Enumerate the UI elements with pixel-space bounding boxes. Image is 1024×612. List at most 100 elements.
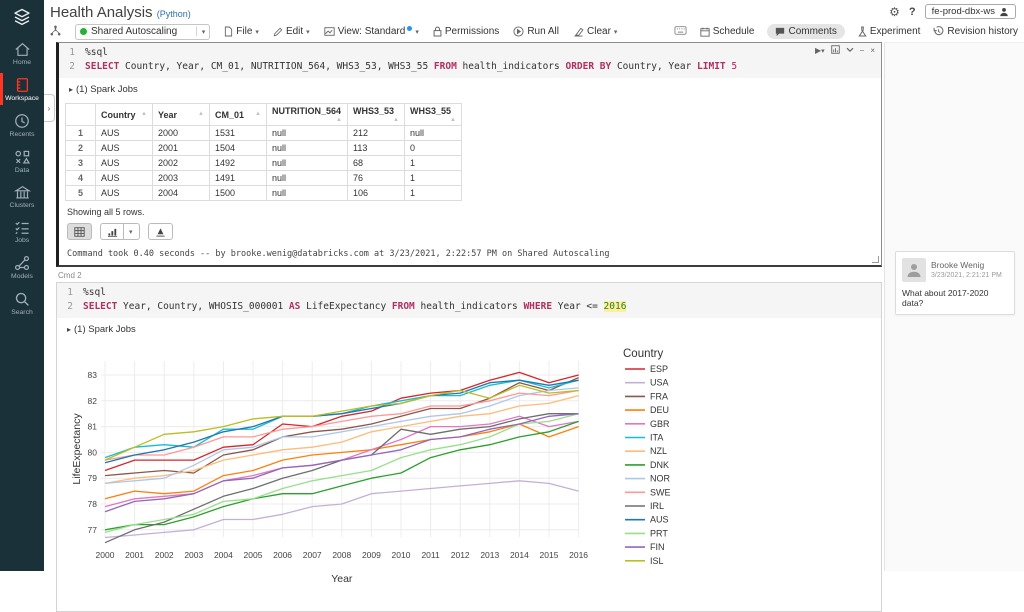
delete-cell-button[interactable]: × <box>870 46 875 55</box>
sidebar: Home Workspace Recents Data Clusters Job… <box>0 0 44 571</box>
column-header[interactable]: Year▲ <box>153 104 210 126</box>
sort-icon[interactable]: ▲ <box>255 111 261 117</box>
sort-icon[interactable]: ▲ <box>198 111 204 117</box>
svg-text:77: 77 <box>88 525 98 535</box>
sidebar-item-workspace[interactable]: Workspace <box>0 71 44 107</box>
sidebar-item-search[interactable]: Search <box>0 285 44 321</box>
svg-text:2010: 2010 <box>392 550 411 560</box>
svg-text:USA: USA <box>650 378 669 388</box>
svg-text:2016: 2016 <box>569 550 588 560</box>
svg-text:DEU: DEU <box>650 405 669 415</box>
cluster-selector[interactable]: Shared Autoscaling | ▾ <box>75 24 210 40</box>
svg-text:2013: 2013 <box>480 550 499 560</box>
svg-text:2012: 2012 <box>451 550 470 560</box>
spark-jobs-toggle[interactable]: ▸(1) Spark Jobs <box>57 318 881 341</box>
sort-icon[interactable]: ▲ <box>450 117 456 123</box>
svg-text:83: 83 <box>88 370 98 380</box>
chart-options-caret[interactable]: ▾ <box>129 228 133 236</box>
result-display-buttons: ▾ <box>59 219 881 244</box>
workspace-switcher[interactable]: fe-prod-dbx-ws <box>925 4 1016 19</box>
sidebar-item-data[interactable]: Data <box>0 143 44 179</box>
command-footer: Command took 0.40 seconds -- by brooke.w… <box>59 244 881 265</box>
svg-text:2014: 2014 <box>510 550 529 560</box>
sidebar-item-jobs[interactable]: Jobs <box>0 214 44 249</box>
calendar-icon <box>700 27 710 37</box>
code-editor[interactable]: 1%sql2SELECT Country, Year, CM_01, NUTRI… <box>59 43 881 78</box>
cell-1[interactable]: ▶▾ − × 1%sql2SELECT Country, Year, CM_01… <box>56 42 882 267</box>
column-header[interactable]: NUTRITION_564▲ <box>267 104 348 126</box>
svg-text:2008: 2008 <box>332 550 351 560</box>
row-count-status: Showing all 5 rows. <box>59 201 881 219</box>
column-header[interactable]: CM_01▲ <box>210 104 267 126</box>
help-button[interactable]: ? <box>909 6 916 18</box>
table-icon <box>74 227 85 237</box>
svg-text:2005: 2005 <box>244 550 263 560</box>
comment-bubble-icon <box>775 27 785 37</box>
view-menu[interactable]: View: Standard▾ <box>324 26 419 37</box>
run-all-button[interactable]: Run All <box>513 26 559 37</box>
column-header[interactable]: WHS3_53▲ <box>348 104 405 126</box>
home-icon <box>14 42 31 57</box>
databricks-logo-icon <box>0 0 44 36</box>
table-row: 2AUS20011504null1130 <box>66 141 462 156</box>
svg-text:80: 80 <box>88 447 98 457</box>
svg-text:NOR: NOR <box>650 474 671 484</box>
svg-text:FRA: FRA <box>650 391 668 401</box>
collapse-cell-icon[interactable] <box>846 46 854 55</box>
chart-view-button[interactable]: ▾ <box>100 223 140 240</box>
experiment-button[interactable]: Experiment <box>858 26 921 37</box>
run-cell-button[interactable]: ▶▾ <box>815 46 825 55</box>
svg-text:PRT: PRT <box>650 528 668 538</box>
permissions-button[interactable]: Permissions <box>433 26 499 37</box>
sidebar-item-clusters[interactable]: Clusters <box>0 179 44 214</box>
cluster-status-icon <box>80 28 87 35</box>
sidebar-expand-handle[interactable]: › <box>44 94 55 122</box>
minimize-cell-button[interactable]: − <box>860 46 865 55</box>
history-icon <box>933 26 944 37</box>
svg-text:2006: 2006 <box>273 550 292 560</box>
notebook-language: (Python) <box>157 9 191 19</box>
revision-history-button[interactable]: Revision history <box>933 26 1018 37</box>
download-button[interactable] <box>148 223 173 240</box>
code-editor[interactable]: 1%sql2SELECT Year, Country, WHOSIS_00000… <box>57 283 881 318</box>
comment-card[interactable]: Brooke Wenig 3/23/2021, 2:21:21 PM What … <box>895 251 1015 315</box>
svg-text:2004: 2004 <box>214 550 233 560</box>
edit-menu[interactable]: Edit▾ <box>273 26 310 37</box>
workspace-icon <box>14 77 30 93</box>
comments-button[interactable]: Comments <box>767 24 844 39</box>
column-header[interactable]: WHS3_55▲ <box>405 104 462 126</box>
svg-text:AUS: AUS <box>650 515 669 525</box>
svg-text:2007: 2007 <box>303 550 322 560</box>
results-table[interactable]: Country▲Year▲CM_01▲NUTRITION_564▲WHS3_53… <box>65 103 462 201</box>
view-icon <box>324 27 335 36</box>
clear-menu[interactable]: Clear▾ <box>573 26 617 37</box>
svg-text:81: 81 <box>88 422 98 432</box>
file-menu[interactable]: File▾ <box>224 26 259 37</box>
svg-text:NZL: NZL <box>650 446 667 456</box>
minimize-results-icon[interactable] <box>831 45 840 56</box>
sort-icon[interactable]: ▲ <box>393 117 399 123</box>
column-header[interactable]: Country▲ <box>96 104 153 126</box>
table-view-button[interactable] <box>67 223 92 240</box>
svg-text:2003: 2003 <box>184 550 203 560</box>
sort-icon[interactable]: ▲ <box>141 111 147 117</box>
comment-timestamp: 3/23/2021, 2:21:21 PM <box>931 272 1002 279</box>
sidebar-item-models[interactable]: Models <box>0 249 44 285</box>
svg-text:2002: 2002 <box>155 550 174 560</box>
sort-icon[interactable]: ▲ <box>336 117 342 123</box>
lock-icon <box>433 26 442 37</box>
gear-icon[interactable]: ⚙ <box>889 5 900 19</box>
shortcuts-icon[interactable] <box>674 26 687 38</box>
file-icon <box>224 26 233 37</box>
sidebar-item-recents[interactable]: Recents <box>0 107 44 143</box>
spark-jobs-toggle[interactable]: ▸(1) Spark Jobs <box>59 78 881 101</box>
svg-text:79: 79 <box>88 473 98 483</box>
svg-text:2000: 2000 <box>96 550 115 560</box>
sidebar-item-home[interactable]: Home <box>0 36 44 71</box>
schedule-button[interactable]: Schedule <box>700 26 755 37</box>
cell-2[interactable]: 1%sql2SELECT Year, Country, WHOSIS_00000… <box>56 282 882 612</box>
clock-icon <box>14 113 30 129</box>
resize-handle[interactable] <box>872 256 879 263</box>
svg-text:78: 78 <box>88 499 98 509</box>
svg-text:Year: Year <box>331 573 353 585</box>
